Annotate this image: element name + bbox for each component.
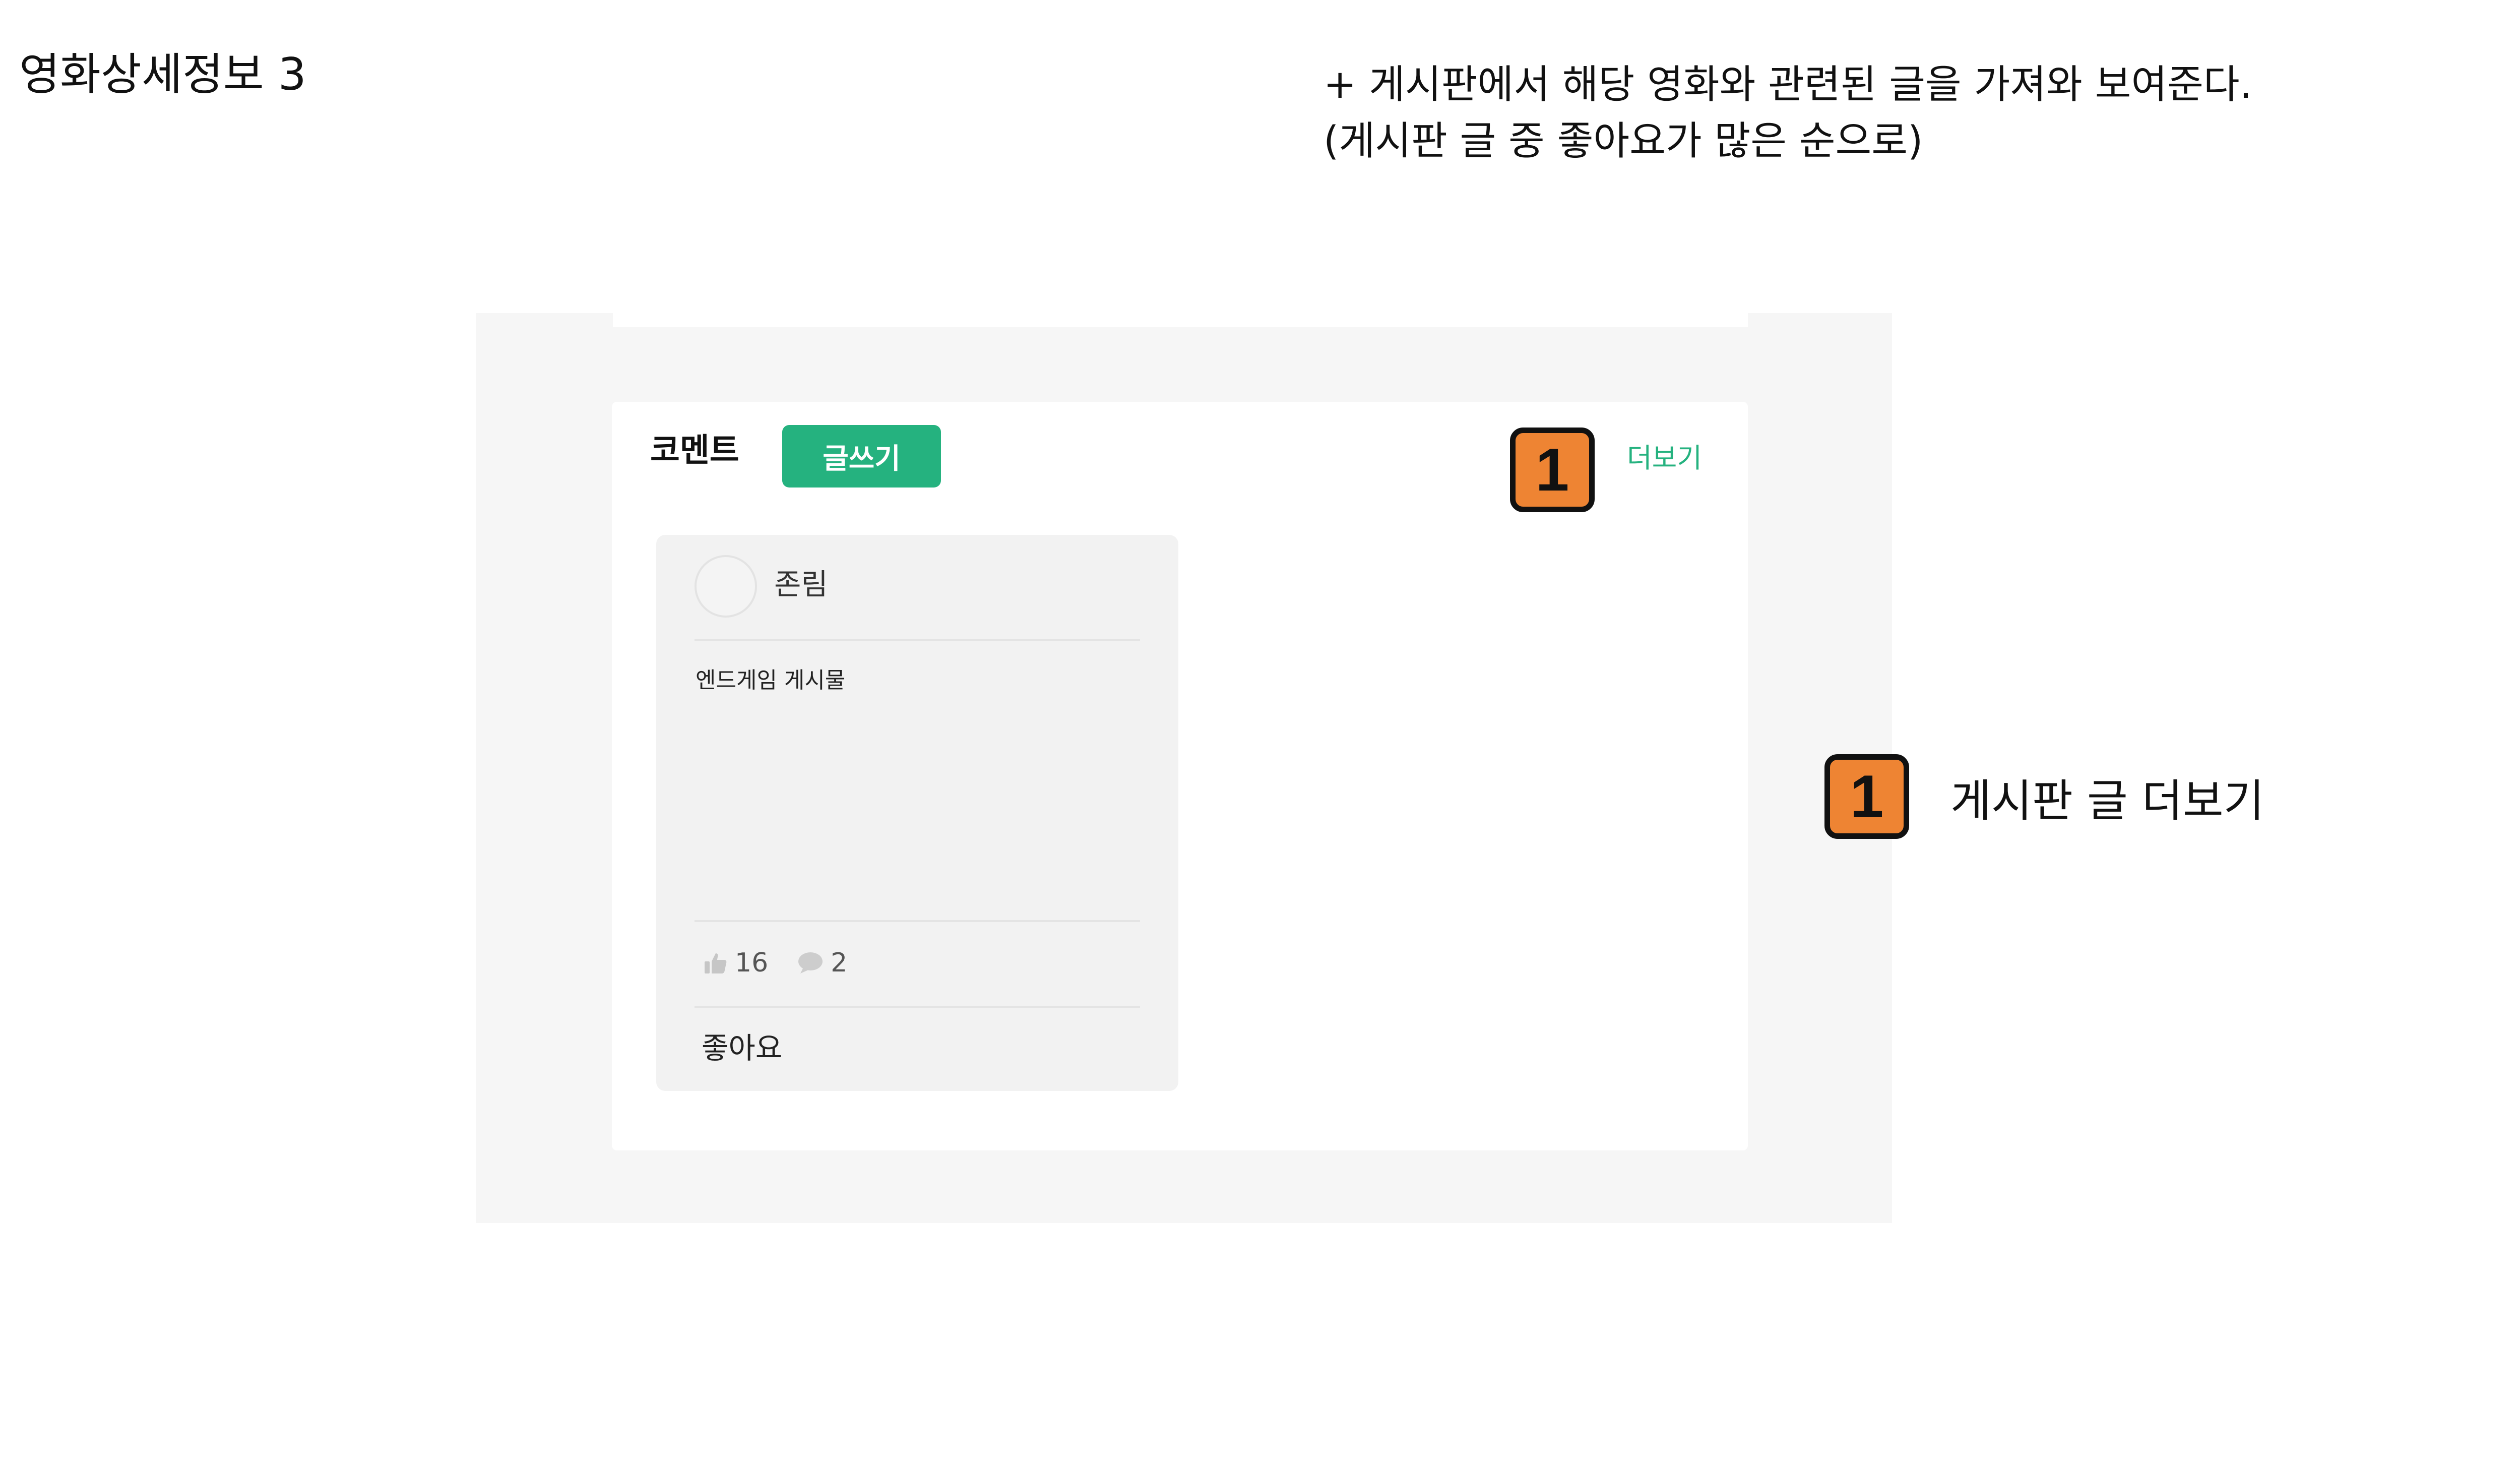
description-line-1: + 게시판에서 해당 영화와 관련된 글을 가져와 보여준다. (1324, 62, 2252, 107)
speech-bubble-icon (797, 951, 824, 974)
card-divider (695, 1006, 1140, 1008)
post-stats: 16 2 (704, 947, 847, 979)
like-count: 16 (735, 948, 769, 978)
write-post-button[interactable]: 글쓰기 (782, 425, 941, 488)
like-button[interactable]: 좋아요 (702, 1033, 782, 1063)
avatar (695, 555, 757, 618)
section-heading: 코멘트 (650, 432, 739, 469)
post-title[interactable]: 엔드게임 게시물 (696, 669, 845, 692)
comment-count: 2 (831, 948, 848, 978)
annotation-badge: 1 (1510, 428, 1595, 512)
thumbs-up-icon (704, 951, 728, 974)
more-link[interactable]: 더보기 (1627, 445, 1702, 472)
card-divider (695, 639, 1140, 641)
post-author: 존림 (774, 567, 828, 601)
annotation-badge: 1 (1824, 754, 1909, 839)
page-title: 영화상세정보 3 (19, 48, 306, 100)
card-divider (695, 920, 1140, 922)
page-description: + 게시판에서 해당 영화와 관련된 글을 가져와 보여준다. (게시판 글 중… (1324, 56, 2252, 169)
annotation-callout: 게시판 글 더보기 (1950, 775, 2264, 827)
mockup-top-strip (613, 313, 1748, 327)
description-line-2: (게시판 글 중 좋아요가 많은 순으로) (1324, 118, 1923, 164)
